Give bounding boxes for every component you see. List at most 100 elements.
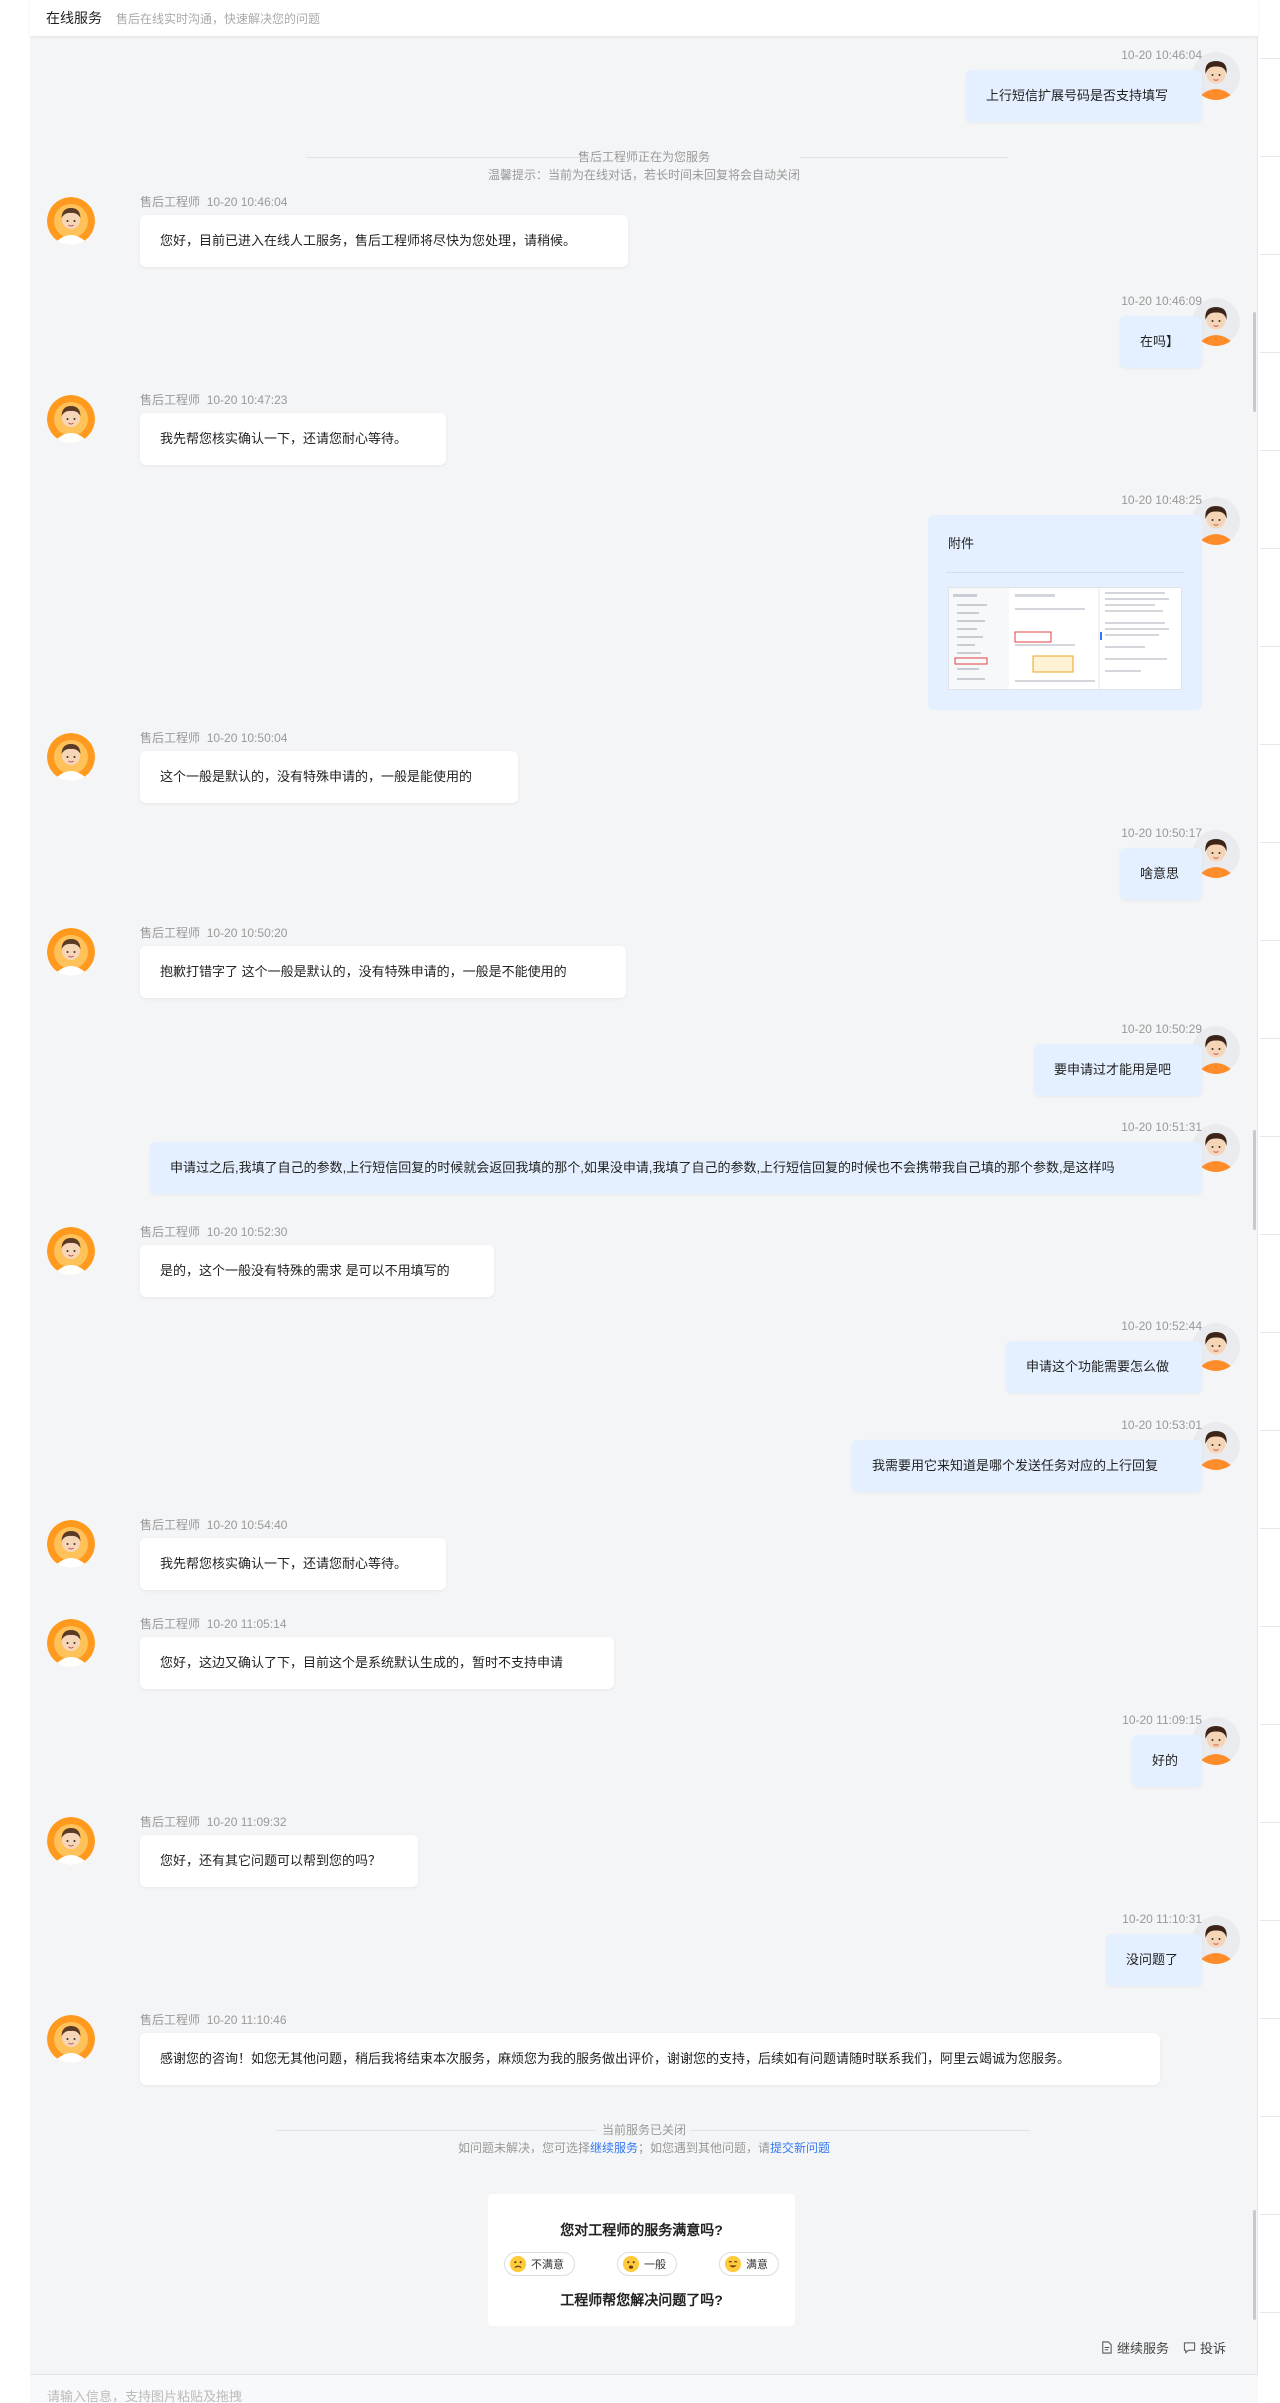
satisfaction-question: 您对工程师的服务满意吗? [560, 2222, 723, 2238]
message-bubble: 您好，还有其它问题可以帮到您的吗？ [140, 1835, 418, 1887]
message-time: 10-20 11:09:15 [1122, 1713, 1202, 1727]
message-meta: 售后工程师 10-20 10:50:04 [140, 729, 287, 746]
message-bubble: 申请过之后,我填了自己的参数,上行短信回复的时候就会返回我填的那个,如果没申请,… [150, 1142, 1202, 1194]
user-message: 10-20 10:46:04 上行短信扩展号码是否支持填写 [30, 48, 1258, 122]
user-message: 10-20 10:50:17 啥意思 [30, 826, 1258, 900]
attachment-label: 附件 [948, 536, 975, 551]
service-start-title: 售后工程师正在为您服务 [577, 150, 710, 164]
page-title: 在线服务 [46, 10, 102, 26]
agent-message: 售后工程师 10-20 10:50:20 抱歉打错字了 这个一般是默认的，没有特殊… [30, 926, 1258, 998]
panel-divider [1260, 156, 1280, 157]
message-time: 10-20 10:50:17 [1121, 826, 1202, 840]
message-time: 10-20 10:53:01 [1121, 1418, 1202, 1432]
document-icon [1102, 2341, 1112, 2354]
panel-divider [1260, 1626, 1280, 1627]
message-time: 10-20 10:50:04 [206, 731, 288, 745]
panel-divider [1260, 940, 1280, 941]
continue-service-button[interactable]: 继续服务 [1100, 2338, 1169, 2357]
agent-avatar [47, 1817, 95, 1865]
message-meta: 售后工程师 10-20 10:50:20 [140, 924, 287, 941]
panel-divider [1260, 450, 1280, 451]
scrollbar-thumb[interactable] [1253, 2210, 1256, 2320]
panel-divider [1260, 1430, 1280, 1431]
satisfaction-card: 您对工程师的服务满意吗? 不满意 一般 满意 工程师帮您解决问题了吗? [488, 2194, 795, 2326]
submit-new-issue-link[interactable]: 提交新问题 [770, 2141, 830, 2155]
screenshot-preview [949, 588, 1181, 689]
message-bubble: 我先帮您核实确认一下，还请您耐心等待。 [140, 413, 446, 465]
complain-button[interactable]: 投诉 [1183, 2338, 1226, 2357]
message-time: 10-20 11:10:46 [206, 2013, 287, 2027]
message-time: 10-20 10:52:30 [206, 1225, 288, 1239]
rating-unsatisfied-button[interactable]: 不满意 [504, 2252, 575, 2276]
message-input[interactable]: 请输入信息，支持图片粘贴及拖拽 [30, 2374, 1258, 2403]
user-message: 10-20 10:50:29 要申请过才能用是吧 [30, 1022, 1258, 1096]
service-closed-notice: 当前服务已关闭 如问题未解决，您可选择继续服务；如您遇到其他问题，请提交新问题 [30, 2121, 1258, 2157]
agent-avatar [47, 928, 95, 976]
user-message: 10-20 10:51:31 申请过之后,我填了自己的参数,上行短信回复的时候就会… [30, 1120, 1258, 1194]
user-message: 10-20 10:46:09 在吗】 [30, 294, 1258, 368]
side-panel-edge [1260, 40, 1280, 2340]
sender-name: 售后工程师 [140, 731, 201, 745]
agent-avatar [47, 733, 95, 781]
sender-name: 售后工程师 [140, 926, 201, 940]
agent-avatar [47, 1227, 95, 1275]
sender-name: 售后工程师 [140, 1518, 201, 1532]
panel-divider [1260, 58, 1280, 59]
agent-avatar [47, 395, 95, 443]
rating-neutral-button[interactable]: 一般 [617, 2252, 677, 2276]
message-meta: 售后工程师 10-20 11:05:14 [140, 1615, 287, 1632]
message-bubble: 我先帮您核实确认一下，还请您耐心等待。 [140, 1538, 446, 1590]
message-meta: 10-20 11:09:15 [1122, 1713, 1202, 1727]
message-time: 10-20 10:50:29 [1121, 1022, 1202, 1036]
message-meta: 售后工程师 10-20 11:10:46 [140, 2011, 287, 2028]
agent-message: 售后工程师 10-20 11:09:32 您好，还有其它问题可以帮到您的吗？ [30, 1815, 1258, 1887]
rating-option-label: 一般 [644, 2259, 666, 2271]
attachment-thumbnail[interactable] [948, 587, 1182, 690]
message-meta: 10-20 10:51:31 [1121, 1120, 1202, 1134]
user-message: 10-20 11:09:15 好的 [30, 1713, 1258, 1787]
message-meta: 10-20 10:50:17 [1121, 826, 1202, 840]
rating-satisfied-button[interactable]: 满意 [719, 2252, 779, 2276]
panel-divider [1260, 1136, 1280, 1137]
message-bubble: 上行短信扩展号码是否支持填写 [966, 70, 1202, 122]
sad-face-icon [509, 2255, 527, 2273]
message-meta: 10-20 10:46:09 [1121, 294, 1202, 308]
resolved-question: 工程师帮您解决问题了吗? [560, 2292, 723, 2308]
message-bubble: 是的，这个一般没有特殊的需求 是可以不用填写的 [140, 1245, 494, 1297]
panel-divider [1260, 548, 1280, 549]
message-time: 10-20 10:46:04 [206, 195, 288, 209]
panel-divider [1260, 2312, 1280, 2313]
continue-service-link[interactable]: 继续服务 [590, 2141, 638, 2155]
message-bubble: 抱歉打错字了 这个一般是默认的，没有特殊申请的，一般是不能使用的 [140, 946, 626, 998]
message-time: 10-20 11:05:14 [206, 1617, 287, 1631]
message-time: 10-20 10:48:25 [1121, 493, 1202, 507]
message-meta: 10-20 10:53:01 [1121, 1418, 1202, 1432]
scrollbar-thumb[interactable] [1253, 312, 1256, 412]
message-meta: 10-20 10:48:25 [1121, 493, 1202, 507]
sender-name: 售后工程师 [140, 195, 201, 209]
attachment-bubble[interactable]: 附件 [928, 515, 1202, 710]
message-bubble: 您好，目前已进入在线人工服务，售后工程师将尽快为您处理，请稍候。 [140, 215, 628, 267]
panel-divider [1260, 1822, 1280, 1823]
panel-divider [1260, 1332, 1280, 1333]
panel-divider [1260, 1528, 1280, 1529]
message-bubble: 我需要用它来知道是哪个发送任务对应的上行回复 [852, 1440, 1202, 1492]
message-bubble: 好的 [1132, 1735, 1202, 1787]
message-meta: 10-20 10:50:29 [1121, 1022, 1202, 1036]
panel-divider [1260, 2018, 1280, 2019]
panel-divider [1260, 1724, 1280, 1725]
panel-divider [1260, 2214, 1280, 2215]
panel-divider [1260, 352, 1280, 353]
message-time: 10-20 11:09:32 [206, 1815, 287, 1829]
agent-avatar [47, 1619, 95, 1667]
message-time: 10-20 10:46:04 [1121, 48, 1202, 62]
panel-divider [1260, 744, 1280, 745]
message-meta: 售后工程师 10-20 11:09:32 [140, 1813, 287, 1830]
message-bubble: 啥意思 [1120, 848, 1202, 900]
message-bubble: 申请这个功能需要怎么做 [1006, 1341, 1202, 1393]
panel-divider [1260, 1038, 1280, 1039]
scrollbar-thumb[interactable] [1253, 1130, 1256, 1230]
happy-face-icon [724, 2255, 742, 2273]
sender-name: 售后工程师 [140, 1815, 201, 1829]
sender-name: 售后工程师 [140, 393, 201, 407]
